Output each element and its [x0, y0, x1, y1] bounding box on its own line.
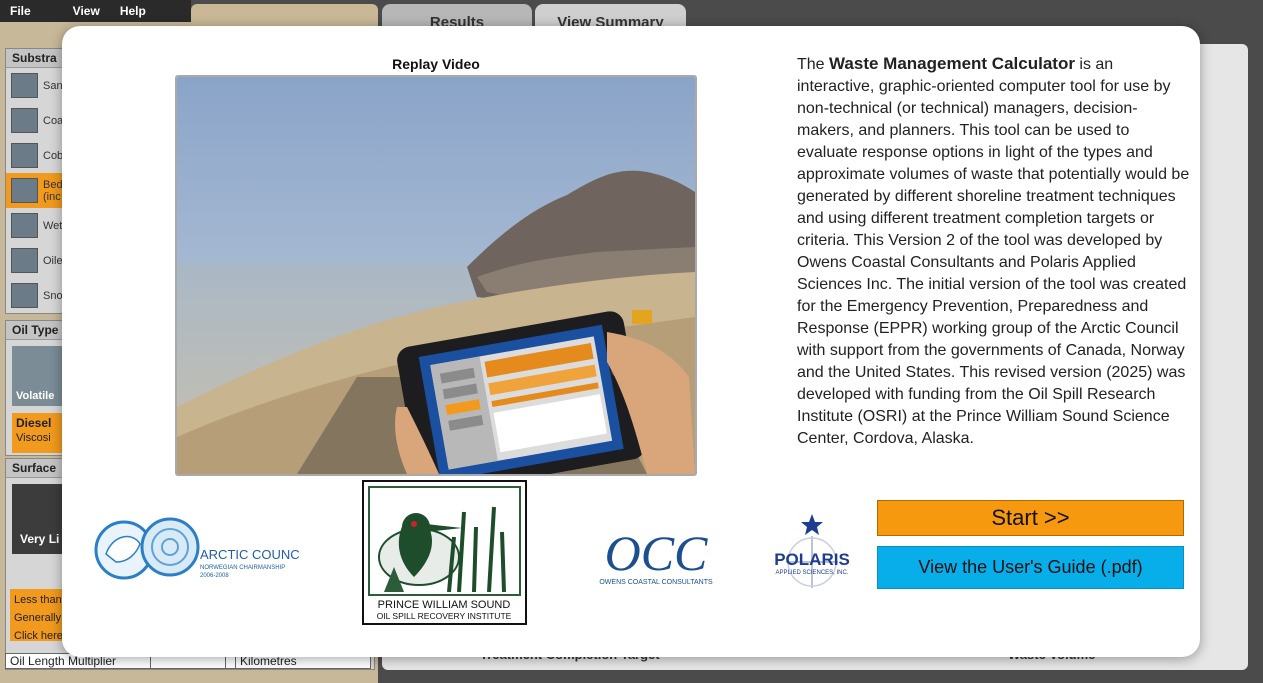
surface-click-here-link[interactable]: Click here	[14, 627, 66, 645]
video-title: Replay Video	[392, 56, 480, 72]
svg-text:NORWEGIAN CHAIRMANSHIP: NORWEGIAN CHAIRMANSHIP	[200, 565, 285, 571]
replay-video[interactable]	[175, 75, 697, 476]
svg-text:ARCTIC COUNCIL: ARCTIC COUNCIL	[200, 547, 300, 562]
substrate-label: Oile	[43, 254, 63, 267]
menu-bar: File View Help	[0, 0, 191, 22]
substrate-label: Coa	[43, 114, 64, 127]
menu-view[interactable]: View	[63, 4, 110, 18]
substrate-thumbnail	[11, 283, 38, 308]
menu-help[interactable]: Help	[110, 4, 156, 18]
svg-text:OWENS COASTAL CONSULTANTS: OWENS COASTAL CONSULTANTS	[599, 579, 713, 586]
svg-text:OCC: OCC	[605, 526, 708, 581]
svg-text:2006-2008: 2006-2008	[200, 573, 229, 579]
tool-name: Waste Management Calculator	[829, 54, 1075, 73]
substrate-thumbnail	[11, 213, 38, 238]
occ-logo: OCC OWENS COASTAL CONSULTANTS	[588, 525, 724, 588]
substrate-label: Wet	[43, 219, 63, 232]
svg-text:OIL SPILL RECOVERY INSTITUTE: OIL SPILL RECOVERY INSTITUTE	[377, 611, 512, 621]
substrate-label: San	[43, 79, 63, 92]
substrate-thumbnail	[11, 143, 38, 168]
substrate-label: Cob	[43, 149, 64, 162]
svg-text:PRINCE WILLIAM SOUND: PRINCE WILLIAM SOUND	[378, 599, 511, 611]
arctic-council-logo: ARCTIC COUNCIL NORWEGIAN CHAIRMANSHIP 20…	[78, 514, 311, 584]
polaris-logo: POLARIS APPLIED SCIENCES, INC.	[764, 512, 864, 592]
start-button[interactable]: Start >>	[877, 500, 1184, 536]
svg-text:APPLIED SCIENCES, INC.: APPLIED SCIENCES, INC.	[775, 570, 848, 576]
tool-description: The Waste Management Calculator is an in…	[797, 54, 1190, 447]
substrate-thumbnail	[11, 108, 38, 133]
users-guide-button[interactable]: View the User's Guide (.pdf)	[877, 546, 1184, 589]
prince-william-sound-logo: PRINCE WILLIAM SOUND OIL SPILL RECOVERY …	[362, 480, 527, 625]
svg-text:POLARIS: POLARIS	[774, 550, 850, 569]
substrate-label: Sno	[43, 289, 63, 302]
surface-description: Less than Generally Click here	[10, 589, 70, 642]
video-frame-illustration	[177, 77, 695, 474]
substrate-thumbnail	[11, 248, 38, 273]
menu-file[interactable]: File	[0, 4, 41, 18]
oil-type-viscosity: Viscosi	[16, 432, 51, 444]
substrate-label: Bed (inc	[43, 178, 63, 203]
oil-type-name: Diesel	[16, 416, 52, 430]
welcome-dialog: Replay Video The Waste Management Calcul…	[62, 26, 1200, 657]
substrate-thumbnail	[11, 178, 38, 203]
substrate-thumbnail	[11, 73, 38, 98]
